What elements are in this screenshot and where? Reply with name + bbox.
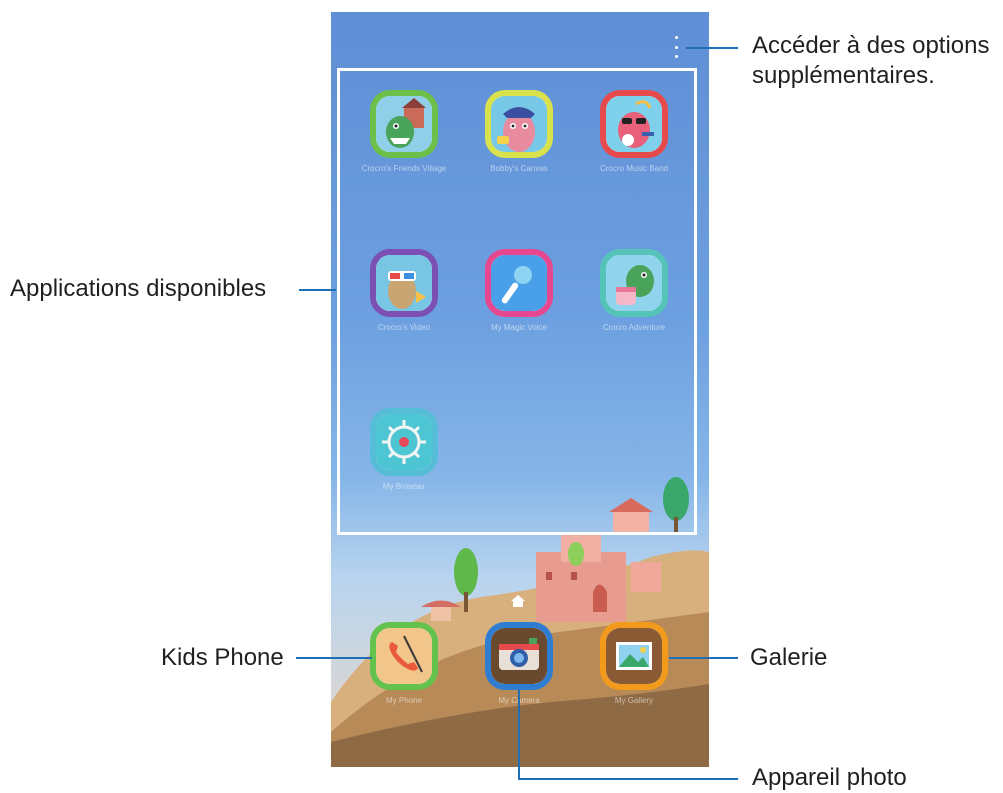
camera-callout-text: Appareil photo <box>752 764 907 791</box>
options-callout-line <box>686 47 738 49</box>
app-label: My Phone <box>385 696 423 705</box>
app-label: Crocro Adventure <box>602 323 666 332</box>
dinosaur-village-icon <box>370 90 438 158</box>
app-my-browser[interactable]: My Browser <box>349 408 459 492</box>
app-label: Crocro's Friends Village <box>361 164 447 173</box>
app-label: Bobby's Canvas <box>490 164 548 173</box>
browser-wheel-icon <box>370 408 438 476</box>
app-label: My Magic Voice <box>490 323 548 332</box>
app-my-phone[interactable]: My Phone <box>349 622 459 706</box>
apps-callout-line <box>299 289 336 291</box>
camera-callout-vline <box>518 690 520 780</box>
more-options-button[interactable] <box>670 36 682 58</box>
app-label: My Gallery <box>614 696 654 705</box>
more-options-icon <box>674 36 678 39</box>
app-bobbys-canvas[interactable]: Bobby's Canvas <box>464 90 574 174</box>
microphone-icon <box>485 249 553 317</box>
video-icon <box>370 249 438 317</box>
phone-icon <box>370 622 438 690</box>
gallery-callout-text: Galerie <box>750 644 828 671</box>
app-crocro-adventure[interactable]: Crocro Adventure <box>579 249 689 333</box>
app-crocros-video[interactable]: Crocro's Video <box>349 249 459 333</box>
bobby-canvas-icon <box>485 90 553 158</box>
home-icon[interactable] <box>511 595 525 607</box>
app-my-gallery[interactable]: My Gallery <box>579 622 689 706</box>
app-label: Crocro Music Band <box>599 164 669 173</box>
music-band-icon <box>600 90 668 158</box>
options-callout-text: Accéder à des options supplémentaires. <box>752 31 989 91</box>
apps-callout-text: Applications disponibles <box>10 275 267 302</box>
kids-phone-callout-text: Kids Phone <box>161 644 284 671</box>
kids-home-screen: Crocro's Friends Village Bobby's Canvas … <box>331 12 709 767</box>
kids-phone-callout-line <box>296 657 372 659</box>
dinosaur-adventure-icon <box>600 249 668 317</box>
app-label: Crocro's Video <box>377 323 431 332</box>
camera-callout-hline <box>518 778 738 780</box>
app-my-magic-voice[interactable]: My Magic Voice <box>464 249 574 333</box>
app-crocros-friends-village[interactable]: Crocro's Friends Village <box>349 90 459 174</box>
app-crocro-music-band[interactable]: Crocro Music Band <box>579 90 689 174</box>
options-callout-line1: Accéder à des options <box>752 32 990 59</box>
camera-icon <box>485 622 553 690</box>
options-callout-line2: supplémentaires. <box>752 62 935 89</box>
gallery-icon <box>600 622 668 690</box>
app-label: My Browser <box>382 482 426 491</box>
gallery-callout-line <box>669 657 738 659</box>
